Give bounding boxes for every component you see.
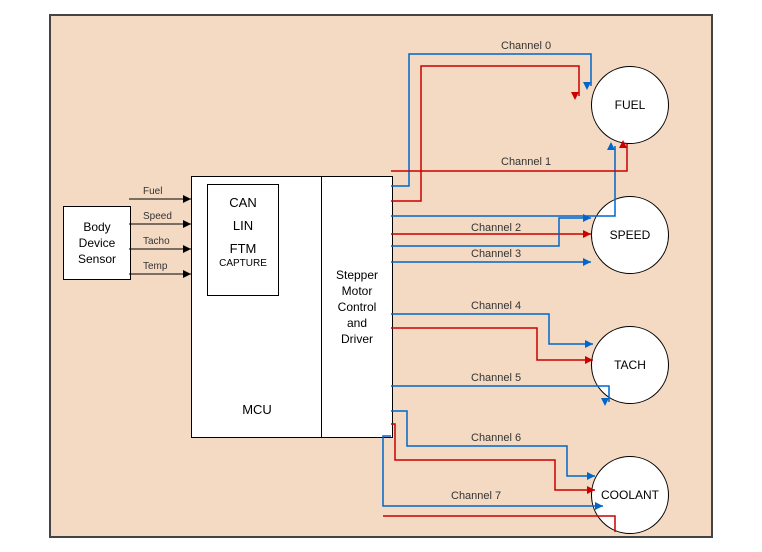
gauge-fuel: FUEL (591, 66, 669, 144)
driver-line: Motor (342, 284, 373, 298)
arrowhead-icon (607, 142, 615, 150)
driver-line: and (347, 316, 367, 330)
arrowhead-icon (619, 140, 627, 148)
arrowhead-icon (587, 486, 595, 494)
sensor-line: Sensor (78, 252, 116, 266)
gauge-label: SPEED (610, 228, 651, 242)
driver-line: Stepper (336, 268, 378, 282)
arrowhead-icon (587, 472, 595, 480)
channel-label: Channel 1 (501, 156, 551, 168)
channel-label: Channel 5 (471, 372, 521, 384)
arrowhead-icon (601, 398, 609, 406)
signal-label: Tacho (143, 236, 170, 247)
arrowhead-icon (183, 270, 191, 278)
stepper-driver-block: Stepper Motor Control and Driver (321, 176, 393, 438)
channel-label: Channel 0 (501, 40, 551, 52)
arrowhead-icon (183, 220, 191, 228)
gauge-label: FUEL (615, 98, 646, 112)
body-device-sensor-block: Body Device Sensor (63, 206, 131, 280)
sensor-line: Body (83, 220, 110, 234)
gauge-label: TACH (614, 358, 646, 372)
mcu-label: MCU (242, 402, 272, 417)
protocol-sub-label: CAPTURE (219, 258, 267, 269)
mcu-protocol-block: CAN LIN FTM CAPTURE (207, 184, 279, 296)
gauge-label: COOLANT (601, 488, 659, 502)
arrowhead-icon (595, 502, 603, 510)
driver-line: Driver (341, 332, 373, 346)
protocol-label: FTM (230, 241, 257, 256)
channel-label: Channel 6 (471, 432, 521, 444)
signal-label: Temp (143, 261, 167, 272)
diagram-canvas: { "sensor": {"line1":"Body","line2":"Dev… (49, 14, 713, 538)
sensor-line: Device (79, 236, 116, 250)
driver-line: Control (338, 300, 377, 314)
channel-label: Channel 3 (471, 248, 521, 260)
gauge-coolant: COOLANT (591, 456, 669, 534)
channel-label: Channel 4 (471, 300, 521, 312)
channel-label: Channel 7 (451, 490, 501, 502)
arrowhead-icon (571, 92, 579, 100)
arrowhead-icon (183, 245, 191, 253)
arrowhead-icon (583, 214, 591, 222)
protocol-label: LIN (233, 218, 253, 233)
signal-label: Speed (143, 211, 172, 222)
arrowhead-icon (583, 82, 591, 90)
arrowhead-icon (583, 258, 591, 266)
arrowhead-icon (585, 340, 593, 348)
gauge-speed: SPEED (591, 196, 669, 274)
channel-label: Channel 2 (471, 222, 521, 234)
arrowhead-icon (585, 356, 593, 364)
arrowhead-icon (583, 230, 591, 238)
signal-label: Fuel (143, 186, 162, 197)
arrowhead-icon (183, 195, 191, 203)
gauge-tach: TACH (591, 326, 669, 404)
protocol-label: CAN (229, 195, 256, 210)
